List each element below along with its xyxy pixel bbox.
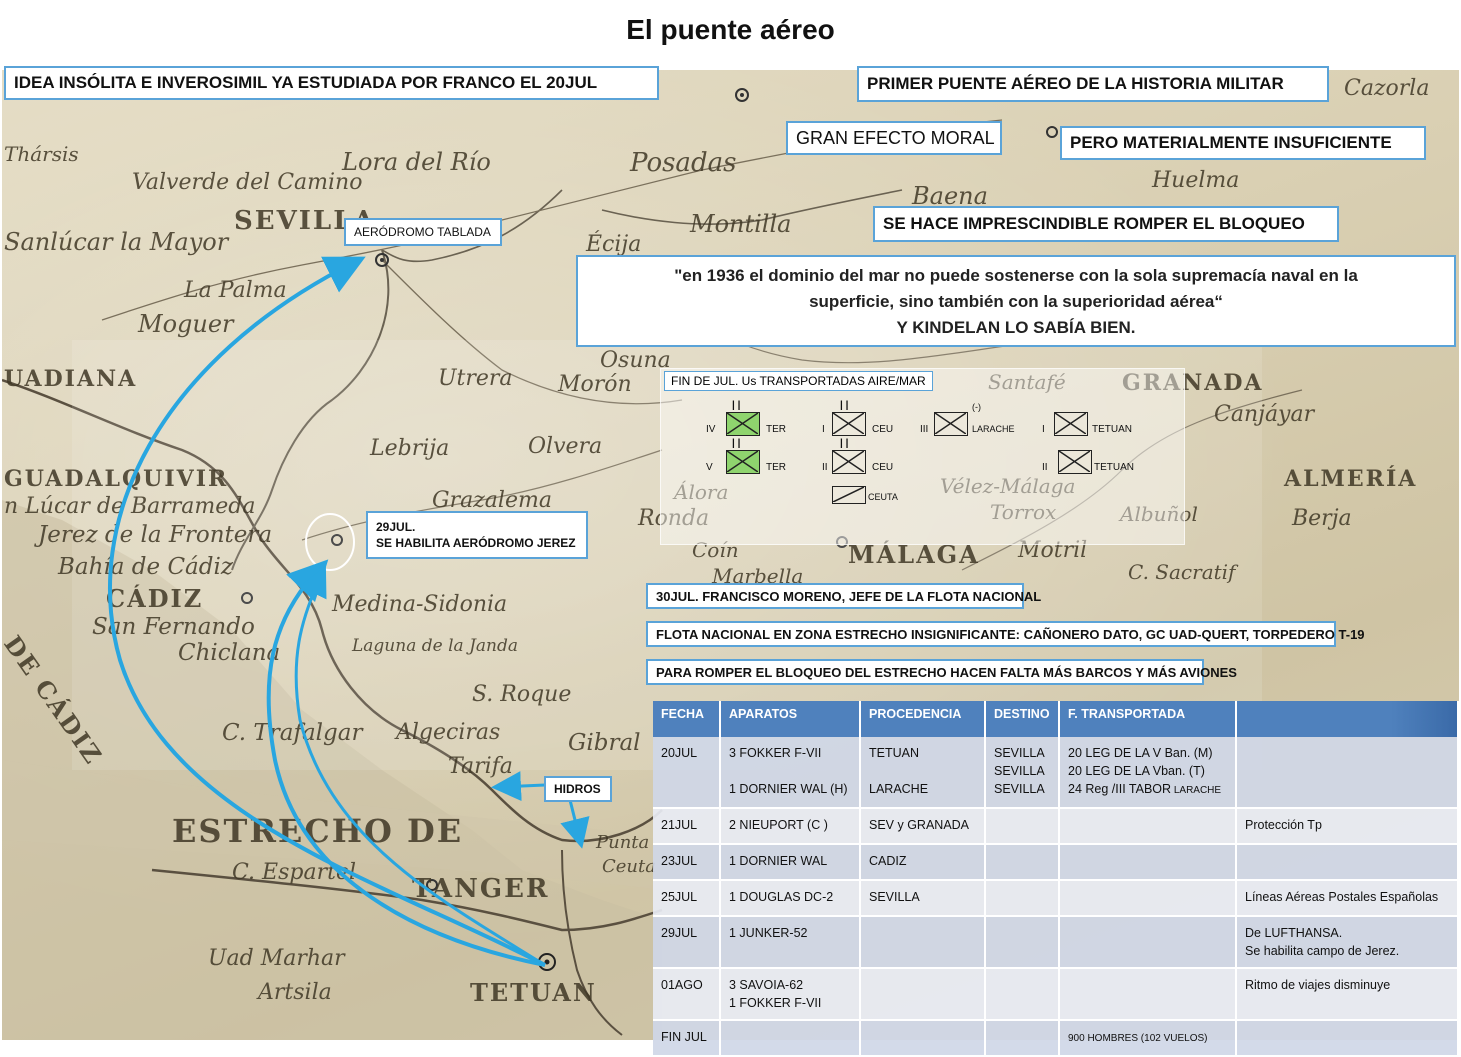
- cell-procedencia: CADIZ: [860, 844, 986, 881]
- table-body: 20JUL 3 FOKKER F-VII 1 DORNIER WAL (H) TET…: [653, 737, 1459, 1057]
- info-moreno: 30JUL. FRANCISCO MORENO, JEFE DE LA FLOT…: [646, 583, 1041, 609]
- cell-destino: [985, 880, 1060, 917]
- cell-notas: Protección Tp: [1236, 808, 1459, 845]
- cell-fecha: FIN JUL: [653, 1020, 721, 1057]
- cell-aparatos: 2 NIEUPORT (C ): [720, 808, 861, 845]
- cell-notas: [1236, 737, 1459, 809]
- header-procedencia: PROCEDENCIA: [860, 701, 986, 737]
- cell-aparatos: 1 DORNIER WAL: [720, 844, 861, 881]
- table-row: 23JUL 1 DORNIER WAL CADIZ: [653, 844, 1459, 881]
- cell-aparatos: 1 JUNKER-52: [720, 916, 861, 969]
- arrow-tetuan-jerez: [266, 559, 546, 967]
- cell-notas: Ritmo de viajes disminuye: [1236, 968, 1459, 1021]
- cell-destino: SEVILLA SEVILLA SEVILLA: [985, 737, 1060, 809]
- cell-destino: [985, 844, 1060, 881]
- label-aerodromo-jerez: 29JUL. SE HABILITA AERÓDROMO JEREZ: [366, 511, 588, 559]
- cell-aparatos: 1 DOUGLAS DC-2: [720, 880, 861, 917]
- info-flota: FLOTA NACIONAL EN ZONA ESTRECHO INSIGNIF…: [646, 621, 1365, 647]
- table-row: 20JUL 3 FOKKER F-VII 1 DORNIER WAL (H) TET…: [653, 737, 1459, 809]
- cell-aparatos: 3 FOKKER F-VII 1 DORNIER WAL (H): [720, 737, 861, 809]
- header-fecha: FECHA: [653, 701, 721, 737]
- header-destino: DESTINO: [985, 701, 1060, 737]
- cell-fuerza: [1059, 808, 1237, 845]
- cell-fecha: 01AGO: [653, 968, 721, 1021]
- cell-procedencia: [860, 916, 986, 969]
- cell-fecha: 20JUL: [653, 737, 721, 809]
- callout-efecto-moral: GRAN EFECTO MORAL: [786, 121, 1002, 155]
- jerez-text: SE HABILITA AERÓDROMO JEREZ: [376, 536, 576, 550]
- info-romper-bloqueo: PARA ROMPER EL BLOQUEO DEL ESTRECHO HACE…: [646, 659, 1237, 685]
- label-hidros: HIDROS: [544, 776, 612, 802]
- cell-fuerza: 900 HOMBRES (102 VUELOS): [1059, 1020, 1237, 1057]
- cell-fecha: 21JUL: [653, 808, 721, 845]
- table-row: 01AGO 3 SAVOIA-62 1 FOKKER F-VII Ritmo de v…: [653, 968, 1459, 1021]
- cell-fuerza: [1059, 880, 1237, 917]
- cell-notas: De LUFTHANSA. Se habilita campo de Jerez.: [1236, 916, 1459, 969]
- table-row: FIN JUL 900 HOMBRES (102 VUELOS): [653, 1020, 1459, 1057]
- unit-symbol: [1054, 412, 1088, 436]
- table-row: 21JUL 2 NIEUPORT (C ) SEV y GRANADA Protecc…: [653, 808, 1459, 845]
- unit-symbol: [1058, 450, 1092, 474]
- table-row: 29JUL 1 JUNKER-52 De LUFTHANSA. Se habilita…: [653, 916, 1459, 969]
- cell-fecha: 29JUL: [653, 916, 721, 969]
- cell-aparatos: [720, 1020, 861, 1057]
- cell-notas: [1236, 1020, 1459, 1057]
- quote-line-2: superficie, sino también con la superior…: [809, 292, 1223, 311]
- cell-fuerza: [1059, 844, 1237, 881]
- arrow-hidros-tarifa: [491, 771, 546, 802]
- cell-destino: [985, 1020, 1060, 1057]
- cell-notas: [1236, 844, 1459, 881]
- cell-procedencia: [860, 1020, 986, 1057]
- callout-primer-puente: PRIMER PUENTE AÉREO DE LA HISTORIA MILIT…: [857, 66, 1329, 102]
- unit-symbol: [832, 412, 866, 436]
- callout-idea: IDEA INSÓLITA E INVEROSIMIL YA ESTUDIADA…: [4, 66, 659, 100]
- kindelan-quote: "en 1936 el dominio del mar no puede sos…: [576, 255, 1456, 347]
- airlift-table: FECHA APARATOS PROCEDENCIA DESTINO F. TR…: [653, 701, 1459, 1057]
- cell-destino: [985, 968, 1060, 1021]
- header-notas: [1236, 701, 1459, 737]
- unit-symbol: [832, 450, 866, 474]
- unit-symbol: [832, 486, 866, 504]
- cell-aparatos: 3 SAVOIA-62 1 FOKKER F-VII: [720, 968, 861, 1021]
- table-header-row: FECHA APARATOS PROCEDENCIA DESTINO F. TR…: [653, 701, 1459, 737]
- cell-destino: [985, 916, 1060, 969]
- jerez-date: 29JUL.: [376, 520, 416, 534]
- cell-fecha: 25JUL: [653, 880, 721, 917]
- cell-fuerza: [1059, 968, 1237, 1021]
- cell-fuerza: [1059, 916, 1237, 969]
- unit-symbol: [726, 412, 760, 436]
- cell-procedencia: SEV y GRANADA: [860, 808, 986, 845]
- unit-symbol: [726, 450, 760, 474]
- cell-destino: [985, 808, 1060, 845]
- cell-fuerza: 20 LEG DE LA V Ban. (M) 20 LEG DE LA Vban…: [1059, 737, 1237, 809]
- cell-procedencia: SEVILLA: [860, 880, 986, 917]
- cell-procedencia: TETUAN LARACHE: [860, 737, 986, 809]
- cell-procedencia: [860, 968, 986, 1021]
- header-aparatos: APARATOS: [720, 701, 861, 737]
- arrow-hidros-ceuta: [560, 799, 590, 849]
- table-row: 25JUL 1 DOUGLAS DC-2 SEVILLA Líneas Aéreas …: [653, 880, 1459, 917]
- cell-notas: Líneas Aéreas Postales Españolas: [1236, 880, 1459, 917]
- unit-symbol: [934, 412, 968, 436]
- callout-bloqueo: SE HACE IMPRESCINDIBLE ROMPER EL BLOQUEO: [873, 206, 1339, 242]
- cell-fecha: 23JUL: [653, 844, 721, 881]
- quote-line-1: "en 1936 el dominio del mar no puede sos…: [674, 266, 1358, 285]
- units-panel-title: FIN DE JUL. Us TRANSPORTADAS AIRE/MAR: [664, 371, 933, 391]
- callout-insuficiente: PERO MATERIALMENTE INSUFICIENTE: [1060, 126, 1426, 160]
- label-aerodromo-tablada: AERÓDROMO TABLADA: [344, 218, 502, 246]
- quote-line-3: Y KINDELAN LO SABÍA BIEN.: [896, 318, 1136, 337]
- header-fuerza: F. TRANSPORTADA: [1059, 701, 1237, 737]
